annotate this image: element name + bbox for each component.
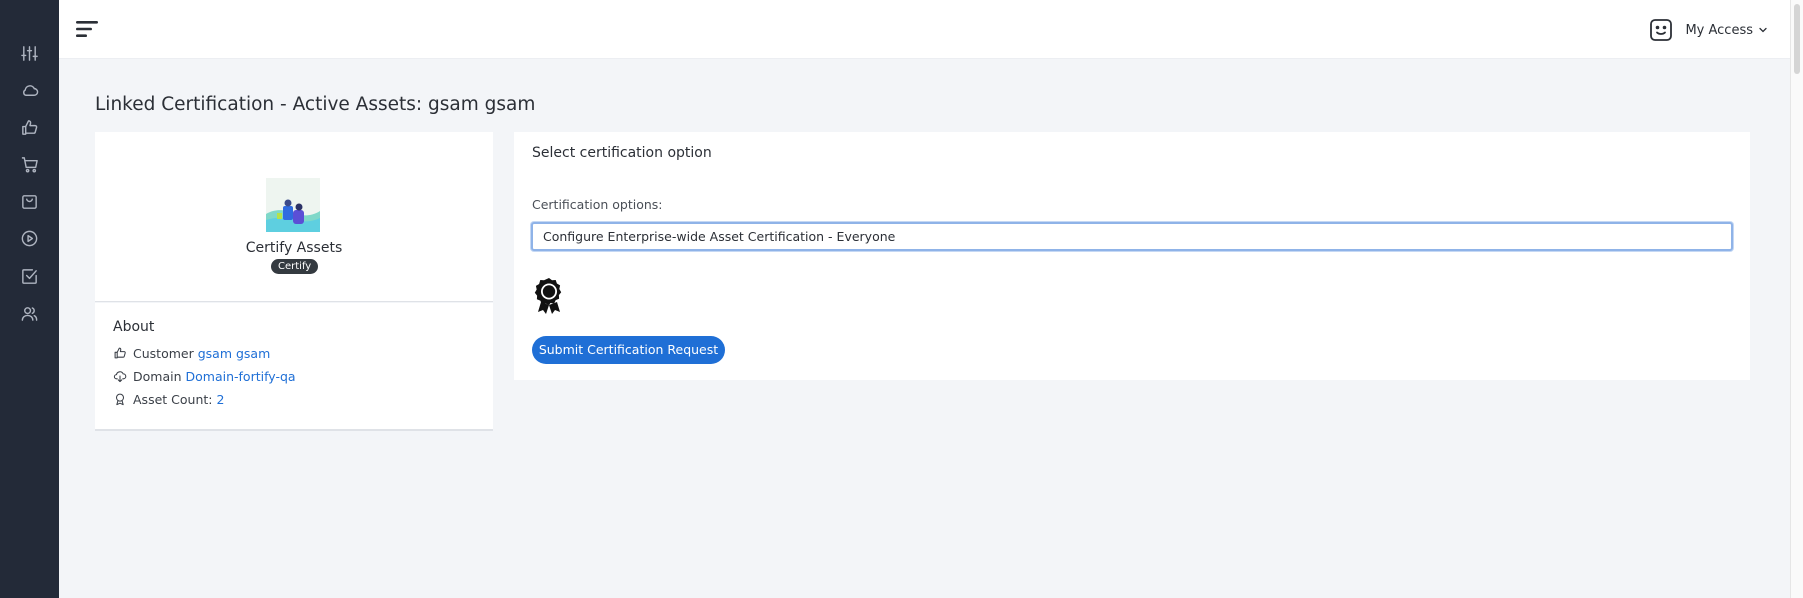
sidebar-item-cart[interactable] (20, 155, 39, 174)
smiley-icon (1649, 18, 1673, 42)
about-card: About Customer gsam gsam Domain Domain-f… (95, 303, 493, 431)
domain-link[interactable]: Domain-fortify-qa (186, 369, 296, 384)
cloud-download-icon (113, 369, 127, 383)
sidebar-item-cloud[interactable] (20, 81, 39, 100)
users-icon (21, 307, 38, 321)
asset-count-label: Asset Count: (133, 391, 213, 407)
hamburger-menu-button[interactable] (76, 19, 100, 39)
sidebar-item-approvals[interactable] (20, 118, 39, 137)
top-bar: My Access (59, 0, 1790, 59)
thumbs-up-icon (22, 120, 38, 135)
certification-options-select[interactable]: Configure Enterprise-wide Asset Certific… (531, 222, 1733, 251)
submit-certification-button[interactable]: Submit Certification Request (532, 336, 725, 364)
checkbox-icon (22, 269, 37, 284)
sidebar-item-users[interactable] (20, 304, 39, 323)
certify-assets-illustration (266, 178, 320, 232)
cart-icon (21, 157, 38, 173)
play-icon (21, 230, 38, 247)
section-title: Select certification option (532, 145, 712, 161)
sidebar-item-settings[interactable] (20, 44, 39, 63)
award-icon (534, 278, 564, 316)
bag-icon (22, 195, 37, 209)
certify-badge: Certify (271, 259, 319, 274)
certification-options-label: Certification options: (532, 197, 663, 212)
user-menu[interactable]: My Access (1649, 16, 1768, 44)
cloud-icon (23, 85, 39, 96)
certification-card: Select certification option Certificatio… (514, 132, 1750, 380)
scrollbar-thumb[interactable] (1794, 4, 1800, 74)
about-title: About (113, 319, 155, 335)
customer-link[interactable]: gsam gsam (198, 346, 271, 361)
domain-row: Domain Domain-fortify-qa (113, 367, 296, 385)
chevron-down-icon (1758, 25, 1768, 35)
customer-label: Customer (133, 345, 194, 361)
asset-count-row: Asset Count: 2 (113, 390, 224, 408)
app-name: Certify Assets (245, 240, 343, 256)
award-outline-icon (113, 392, 127, 406)
customer-row: Customer gsam gsam (113, 344, 270, 362)
sidebar-item-bag[interactable] (20, 192, 39, 211)
sidebar-item-play[interactable] (20, 229, 39, 248)
thumbs-up-icon (113, 346, 127, 360)
asset-count-value[interactable]: 2 (216, 392, 224, 407)
hamburger-menu-icon (76, 21, 98, 37)
page-scrollbar[interactable] (1790, 0, 1803, 598)
user-menu-label: My Access (1685, 22, 1753, 38)
sidebar (0, 0, 59, 598)
domain-label: Domain (133, 368, 182, 384)
sliders-icon (21, 46, 38, 61)
page-title: Linked Certification - Active Assets: gs… (95, 94, 536, 115)
app-card: Certify Assets Certify (95, 132, 493, 302)
sidebar-item-tasks[interactable] (20, 267, 39, 286)
